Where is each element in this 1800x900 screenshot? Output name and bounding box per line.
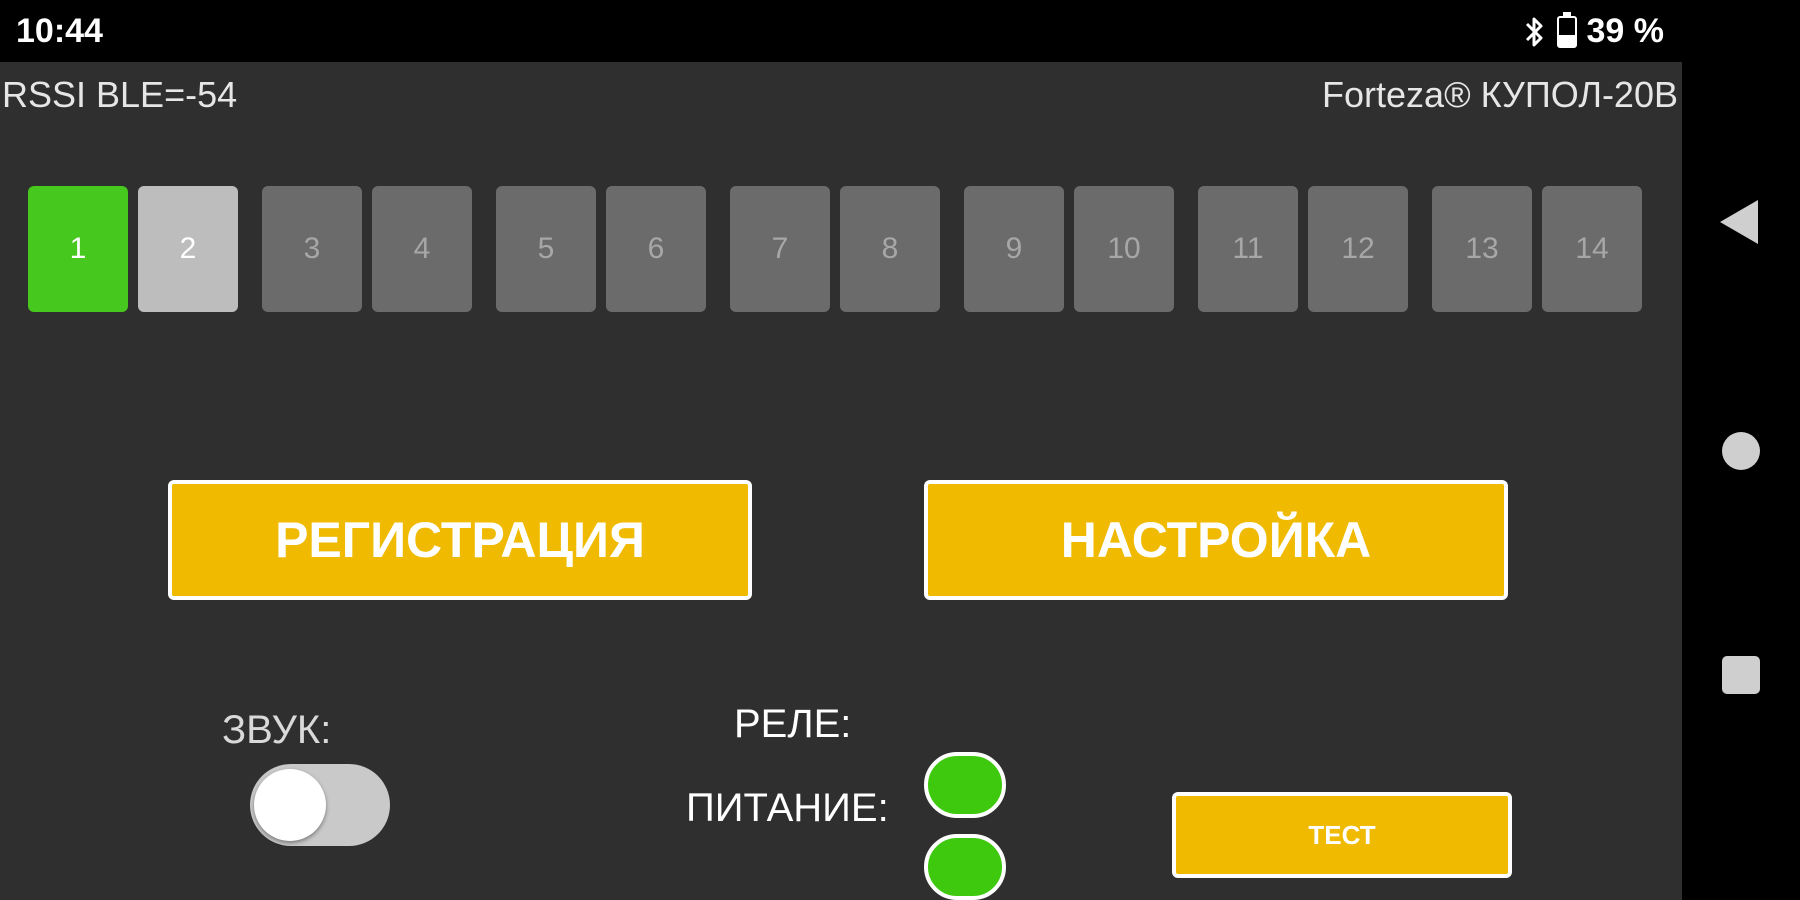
battery-fill xyxy=(1558,34,1575,46)
status-bar: 10:44 39 % xyxy=(0,0,1682,62)
zone-button-4[interactable]: 4 xyxy=(372,186,472,312)
status-indicators: 39 % xyxy=(1523,11,1665,51)
bluetooth-icon xyxy=(1525,17,1542,46)
zone-button-9[interactable]: 9 xyxy=(964,186,1064,312)
recents-icon[interactable] xyxy=(1722,656,1760,694)
rssi-readout: RSSI BLE=-54 xyxy=(2,74,238,115)
zone-button-11[interactable]: 11 xyxy=(1198,186,1298,312)
power-indicator xyxy=(924,834,1006,900)
zone-button-13[interactable]: 13 xyxy=(1432,186,1532,312)
registration-button[interactable]: РЕГИСТРАЦИЯ xyxy=(168,480,752,600)
zone-button-12[interactable]: 12 xyxy=(1308,186,1408,312)
app-main: RSSI BLE=-54 Forteza® КУПОЛ-20B 1 2 3 4 … xyxy=(0,62,1682,900)
relay-indicator xyxy=(924,752,1006,818)
zone-button-6[interactable]: 6 xyxy=(606,186,706,312)
battery-icon xyxy=(1556,11,1577,48)
zone-button-14[interactable]: 14 xyxy=(1542,186,1642,312)
test-button[interactable]: ТЕСТ xyxy=(1172,792,1512,878)
zone-button-3[interactable]: 3 xyxy=(262,186,362,312)
settings-button[interactable]: НАСТРОЙКА xyxy=(924,480,1508,600)
device-name: Forteza® КУПОЛ-20B xyxy=(1322,74,1678,115)
sound-toggle[interactable] xyxy=(250,764,390,846)
screen: 10:44 39 % RSSI BLE=-54 Forteza® КУПОЛ-2… xyxy=(0,0,1800,900)
power-label: ПИТАНИЕ: xyxy=(686,786,889,830)
back-icon[interactable] xyxy=(1720,200,1758,244)
system-nav-bar xyxy=(1682,0,1800,900)
zone-button-8[interactable]: 8 xyxy=(840,186,940,312)
home-icon[interactable] xyxy=(1722,432,1760,470)
zone-button-10[interactable]: 10 xyxy=(1074,186,1174,312)
zone-button-7[interactable]: 7 xyxy=(730,186,830,312)
zone-button-2[interactable]: 2 xyxy=(138,186,238,312)
status-time: 10:44 xyxy=(16,12,103,50)
sound-label: ЗВУК: xyxy=(222,708,332,752)
zone-button-5[interactable]: 5 xyxy=(496,186,596,312)
zone-button-1[interactable]: 1 xyxy=(28,186,128,312)
sound-toggle-knob xyxy=(254,769,326,841)
battery-percent: 39 % xyxy=(1586,12,1665,50)
relay-label: РЕЛЕ: xyxy=(734,702,852,746)
